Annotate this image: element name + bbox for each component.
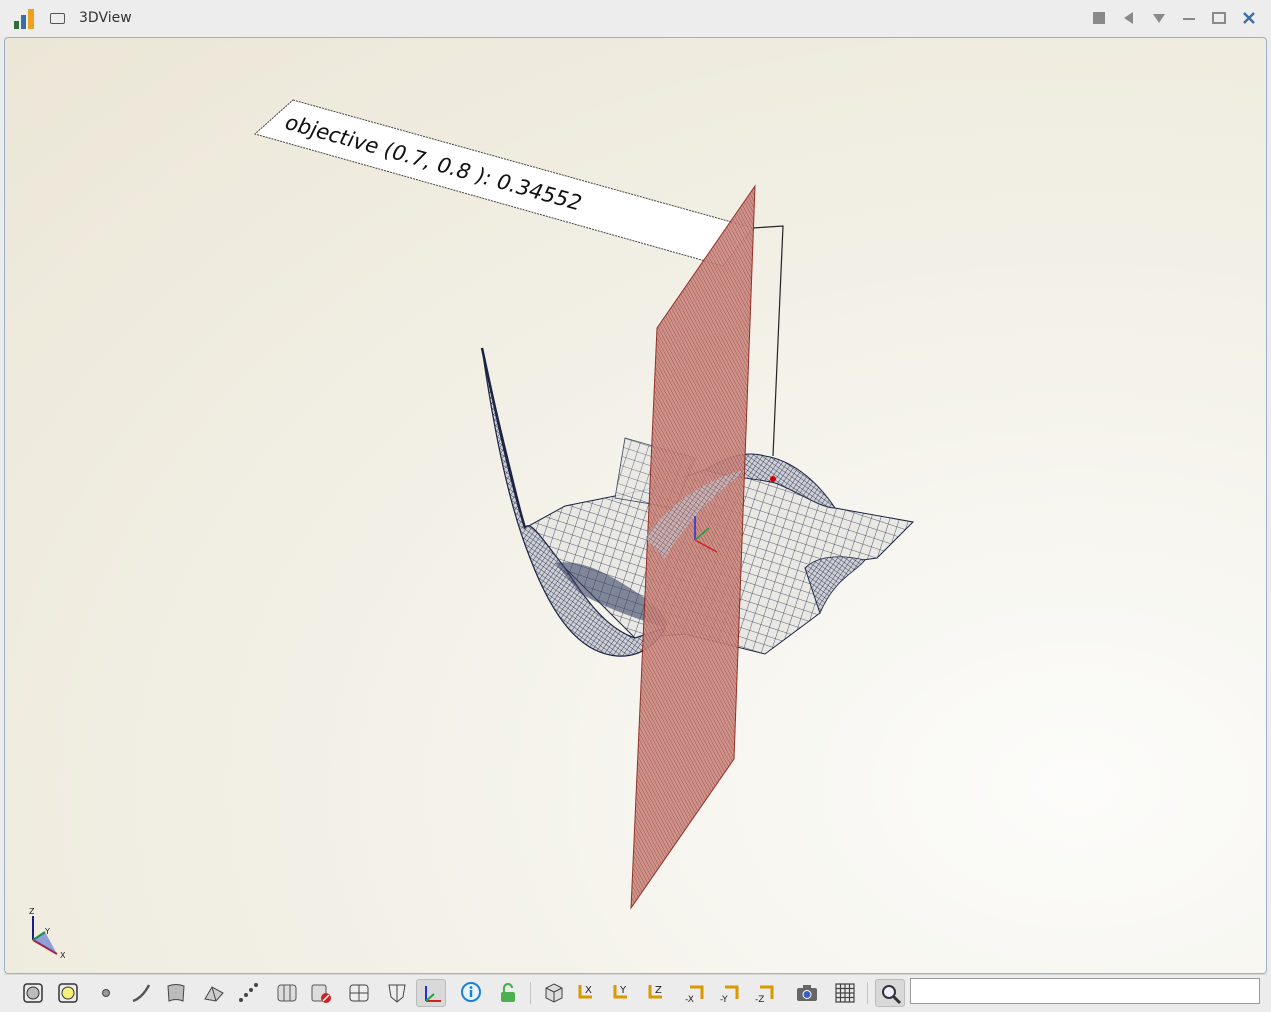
mesh-button[interactable] [199, 979, 229, 1007]
annotation-text: objective (0.7, 0.8 ): 0.34552 [281, 110, 587, 215]
view-y-button[interactable]: Y [608, 979, 638, 1007]
view-x-icon: X [578, 985, 592, 999]
curve-button[interactable] [126, 979, 156, 1007]
grid-toggle-button[interactable] [830, 979, 860, 1007]
grid-split-button[interactable] [344, 979, 374, 1007]
annotation-leader-line [752, 225, 784, 457]
dotted-line-button[interactable] [233, 979, 263, 1007]
triad-y-label: Y [44, 927, 50, 936]
shield-button[interactable] [382, 979, 412, 1007]
clip-icon [311, 984, 331, 1003]
dropdown-icon[interactable] [1151, 10, 1167, 26]
point-button[interactable] [91, 979, 121, 1007]
triad-z-label: Z [29, 907, 35, 916]
axis-icon [425, 986, 441, 1002]
triad-x-label: X [60, 951, 66, 960]
curve-icon [132, 984, 151, 1003]
lock-icon [501, 982, 515, 1002]
fit-selection-icon [58, 983, 78, 1003]
title-bar: 3DView [0, 0, 1271, 36]
app-logo-icon [14, 9, 34, 29]
point-marker[interactable] [770, 476, 776, 482]
surface-icon [167, 984, 185, 1002]
axis-triad: Z Y X [29, 907, 66, 960]
cube-icon [545, 983, 563, 1003]
view-x-label: X [585, 985, 592, 996]
search-button[interactable] [875, 979, 905, 1007]
grid-split-icon [349, 984, 369, 1002]
view-x-button[interactable]: X [573, 979, 603, 1007]
maximize-icon[interactable] [1211, 10, 1227, 26]
screenshot-button[interactable] [792, 979, 822, 1007]
view-minus-y-icon: -Y [720, 985, 739, 1005]
view-y-icon: Y [613, 985, 627, 999]
lock-button[interactable] [493, 979, 523, 1007]
cylinder-icon [277, 984, 297, 1002]
slice-plane[interactable] [630, 184, 756, 910]
shield-icon [388, 984, 406, 1003]
grid-icon [835, 983, 855, 1003]
view-minus-z-button[interactable]: -Z [751, 979, 781, 1007]
point-icon [102, 989, 110, 997]
search-icon [882, 985, 902, 1005]
view-z-icon: Z [648, 985, 662, 999]
cylinder-button[interactable] [272, 979, 302, 1007]
annotation-label: objective (0.7, 0.8 ): 0.34552 [253, 99, 754, 267]
fit-selection-button[interactable] [53, 979, 83, 1007]
view-y-label: Y [619, 985, 627, 996]
search-input[interactable] [910, 978, 1260, 1004]
view-minus-z-label: -Z [755, 995, 764, 1005]
3d-viewport[interactable]: objective (0.7, 0.8 ): 0.34552 Z Y X [4, 37, 1267, 974]
cube-view-button[interactable] [539, 979, 569, 1007]
dotted-line-icon [239, 983, 258, 1002]
close-icon[interactable] [1241, 10, 1257, 26]
view-minus-x-icon: -X [685, 985, 704, 1005]
window-icon [50, 13, 65, 24]
view-minus-x-button[interactable]: -X [681, 979, 711, 1007]
view-all-button[interactable] [18, 979, 48, 1007]
view-z-label: Z [655, 985, 662, 996]
back-icon[interactable] [1121, 10, 1137, 26]
view-minus-x-label: -X [685, 995, 694, 1005]
view-minus-z-icon: -Z [755, 985, 774, 1005]
surface-button[interactable] [161, 979, 191, 1007]
toolbar-separator [530, 982, 531, 1004]
view-z-button[interactable]: Z [643, 979, 673, 1007]
view-minus-y-label: -Y [720, 995, 728, 1005]
info-button[interactable] [456, 979, 486, 1007]
window-title: 3DView [79, 10, 132, 26]
toolbar-separator [867, 982, 868, 1004]
view-minus-y-button[interactable]: -Y [716, 979, 746, 1007]
clip-button[interactable] [306, 979, 336, 1007]
bottom-toolbar: X Y Z -X -Y -Z [4, 974, 1267, 1011]
view-all-icon [23, 983, 43, 1003]
stop-icon[interactable] [1091, 10, 1107, 26]
camera-icon [797, 985, 817, 1001]
3d-scene[interactable]: objective (0.7, 0.8 ): 0.34552 Z Y X [5, 38, 1266, 973]
mesh-icon [204, 986, 224, 1002]
axis-toggle-button[interactable] [416, 979, 446, 1007]
info-icon [461, 982, 481, 1002]
minimize-icon[interactable] [1181, 10, 1197, 26]
